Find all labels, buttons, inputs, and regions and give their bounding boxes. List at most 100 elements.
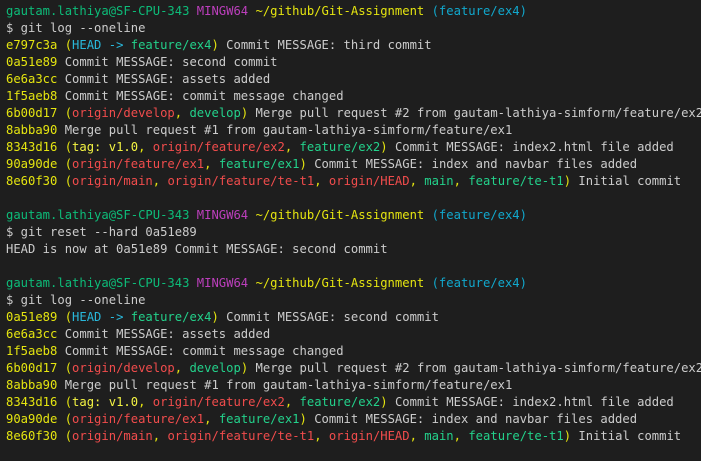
terminal-text-hash: 0a51e89 <box>6 55 65 69</box>
terminal-text-remote-branch: origin/feature/ex2 <box>152 140 285 154</box>
terminal-text-default: HEAD is now at 0a51e89 Commit MESSAGE: s… <box>6 242 388 256</box>
terminal-text-hash: , <box>152 174 168 188</box>
terminal-text-hash: 6b00d17 <box>6 361 65 375</box>
terminal-line: $ git log --oneline <box>6 20 701 37</box>
terminal-text-default: Commit MESSAGE: index2.html file added <box>387 395 674 409</box>
terminal-text-default: $ git reset --hard 0a51e89 <box>6 225 197 239</box>
terminal-text-hash: 8abba90 <box>6 123 65 137</box>
terminal-text-msys: MINGW64 <box>196 4 256 18</box>
terminal-text-hash: , <box>409 174 425 188</box>
terminal-text-hash: 8343d16 <box>6 395 65 409</box>
terminal-text-hash: 8343d16 <box>6 140 65 154</box>
terminal-text-local-branch: feature/ex1 <box>218 157 300 171</box>
terminal-text-hash: ) <box>299 412 307 426</box>
terminal-line: 1f5aeb8 Commit MESSAGE: commit message c… <box>6 343 701 360</box>
terminal-text-hash: 6e6a3cc <box>6 72 65 86</box>
terminal-line: e797c3a (HEAD -> feature/ex4) Commit MES… <box>6 37 701 54</box>
terminal-text-default: Commit MESSAGE: third commit <box>218 38 432 52</box>
terminal-text-local-branch: feature/ex2 <box>299 395 381 409</box>
terminal-line: $ git log --oneline <box>6 292 701 309</box>
terminal-text-path: ~/github/Git-Assignment <box>255 4 432 18</box>
terminal-text-default: Merge pull request #2 from gautam-lathiy… <box>248 106 701 120</box>
terminal-text-head: HEAD -> <box>72 38 131 52</box>
terminal-line: 6b00d17 (origin/develop, develop) Merge … <box>6 360 701 377</box>
terminal-line: 6b00d17 (origin/develop, develop) Merge … <box>6 105 701 122</box>
terminal-text-hash: ) <box>380 140 388 154</box>
terminal-text-hash: , <box>314 429 329 443</box>
terminal-text-default: Commit MESSAGE: assets added <box>64 327 271 341</box>
terminal-text-remote-branch: origin/feature/ex1 <box>72 157 205 171</box>
terminal-text-hash: , <box>204 157 219 171</box>
terminal-line: 6e6a3cc Commit MESSAGE: assets added <box>6 326 701 343</box>
terminal-text-hash: , <box>138 395 153 409</box>
terminal-text-local-branch: feature/ex4 <box>130 38 212 52</box>
terminal-output[interactable]: gautam.lathiya@SF-CPU-343 MINGW64 ~/gith… <box>0 0 701 461</box>
terminal-line: gautam.lathiya@SF-CPU-343 MINGW64 ~/gith… <box>6 275 701 292</box>
terminal-text-tag: tag: v1.0 <box>72 140 139 154</box>
terminal-line: 8343d16 (tag: v1.0, origin/feature/ex2, … <box>6 139 701 156</box>
terminal-text-default: Commit MESSAGE: second commit <box>64 55 278 69</box>
terminal-text-user: gautam.lathiya@SF-CPU-343 <box>6 4 197 18</box>
terminal-text-default: Commit MESSAGE: commit message changed <box>64 89 344 103</box>
terminal-line: HEAD is now at 0a51e89 Commit MESSAGE: s… <box>6 241 701 258</box>
terminal-text-hash: ( <box>64 106 73 120</box>
terminal-line: 8e60f30 (origin/main, origin/feature/te-… <box>6 428 701 445</box>
terminal-text-hash: ( <box>64 174 73 188</box>
terminal-text-default: Commit MESSAGE: assets added <box>64 72 271 86</box>
terminal-text-remote-branch: origin/main <box>72 174 153 188</box>
terminal-text-remote-branch: origin/develop <box>72 361 175 375</box>
terminal-text-local-branch: main <box>424 174 454 188</box>
terminal-text-remote-branch: origin/main <box>72 429 153 443</box>
terminal-text-hash: e797c3a <box>6 38 65 52</box>
terminal-text-hash: , <box>314 174 329 188</box>
terminal-text-hash: 8e60f30 <box>6 429 65 443</box>
terminal-text-hash: 6e6a3cc <box>6 327 65 341</box>
terminal-text-hash: ) <box>299 157 307 171</box>
terminal-text-default: Merge pull request #1 from gautam-lathiy… <box>64 123 513 137</box>
terminal-text-local-branch: feature/ex4 <box>130 310 212 324</box>
terminal-text-msys: MINGW64 <box>196 208 256 222</box>
terminal-text-remote-branch: origin/feature/te-t1 <box>167 429 315 443</box>
terminal-text-user: gautam.lathiya@SF-CPU-343 <box>6 208 197 222</box>
terminal-line: 90a90de (origin/feature/ex1, feature/ex1… <box>6 411 701 428</box>
terminal-text-local-branch: develop <box>189 106 241 120</box>
terminal-text-hash: 6b00d17 <box>6 106 65 120</box>
terminal-text-remote-branch: origin/develop <box>72 106 175 120</box>
terminal-line: $ git reset --hard 0a51e89 <box>6 224 701 241</box>
terminal-line: 0a51e89 Commit MESSAGE: second commit <box>6 54 701 71</box>
terminal-text-default: Commit MESSAGE: index and navbar files a… <box>306 157 638 171</box>
terminal-text-local-branch: feature/ex1 <box>218 412 300 426</box>
terminal-text-hash: ( <box>64 429 73 443</box>
terminal-text-default: Commit MESSAGE: second commit <box>218 310 439 324</box>
terminal-text-default: $ git log --oneline <box>6 21 146 35</box>
terminal-text-msys: MINGW64 <box>196 276 256 290</box>
terminal-line: gautam.lathiya@SF-CPU-343 MINGW64 ~/gith… <box>6 207 701 224</box>
terminal-text-hash: ) <box>211 310 219 324</box>
terminal-text-default: Commit MESSAGE: commit message changed <box>64 344 344 358</box>
terminal-text-hash: ( <box>64 361 73 375</box>
terminal-text-branch-paren: (feature/ex4) <box>431 276 527 290</box>
terminal-text-hash: 0a51e89 <box>6 310 65 324</box>
terminal-line: 8abba90 Merge pull request #1 from gauta… <box>6 122 701 139</box>
terminal-text-hash: 8e60f30 <box>6 174 65 188</box>
terminal-line: gautam.lathiya@SF-CPU-343 MINGW64 ~/gith… <box>6 3 701 20</box>
terminal-text-default: Initial commit <box>571 174 682 188</box>
terminal-text-hash: , <box>174 106 190 120</box>
terminal-text-hash: ) <box>563 174 572 188</box>
terminal-text-hash: ) <box>563 429 572 443</box>
terminal-text-branch-paren: (feature/ex4) <box>431 4 527 18</box>
terminal-text-local-branch: feature/te-t1 <box>468 429 564 443</box>
terminal-line: 8e60f30 (origin/main, origin/feature/te-… <box>6 173 701 190</box>
terminal-line: 6e6a3cc Commit MESSAGE: assets added <box>6 71 701 88</box>
terminal-text-hash: , <box>174 361 190 375</box>
terminal-text-hash: ) <box>380 395 388 409</box>
terminal-text-hash: 90a90de <box>6 157 65 171</box>
terminal-line: 0a51e89 (HEAD -> feature/ex4) Commit MES… <box>6 309 701 326</box>
terminal-text-remote-branch: origin/feature/ex1 <box>72 412 205 426</box>
terminal-text-remote-branch: origin/HEAD <box>328 429 410 443</box>
terminal-text-default: Commit MESSAGE: index and navbar files a… <box>306 412 638 426</box>
terminal-text-default: Initial commit <box>571 429 682 443</box>
terminal-text-hash: , <box>453 429 469 443</box>
terminal-text-hash: 1f5aeb8 <box>6 89 65 103</box>
